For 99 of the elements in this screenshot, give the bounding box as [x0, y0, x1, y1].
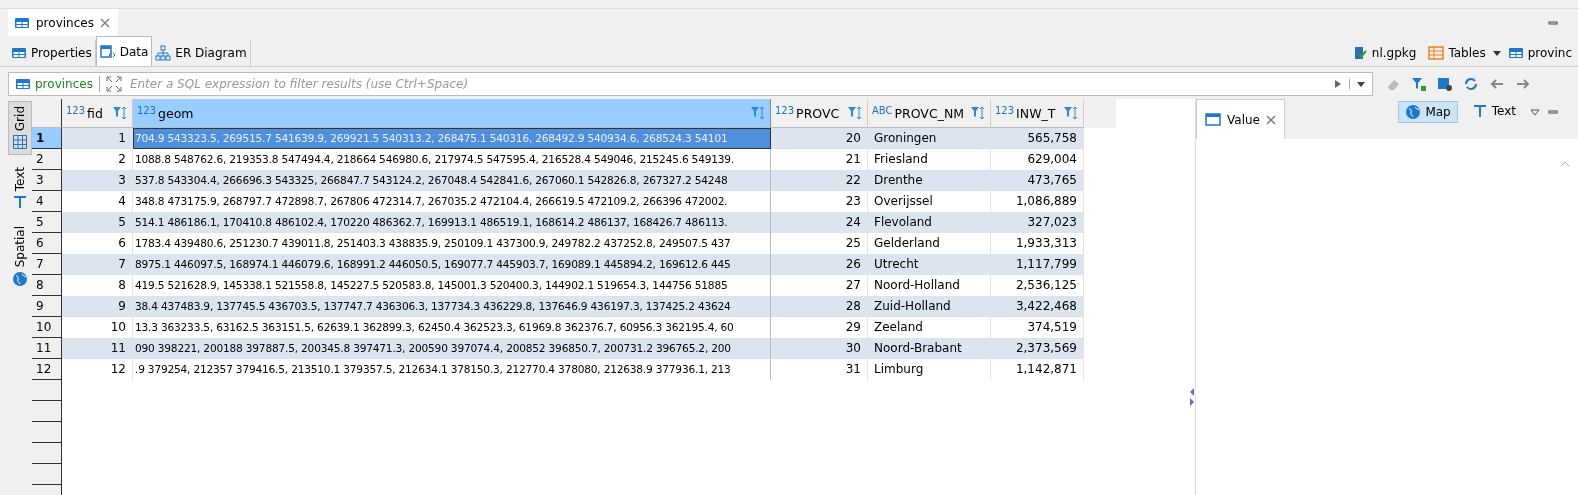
expand-icon[interactable]	[105, 76, 122, 92]
row-number[interactable]: 9	[32, 296, 62, 317]
row-number[interactable]: 3	[32, 170, 62, 191]
code-cell: 24	[771, 212, 868, 233]
type-label: 123	[995, 105, 1015, 116]
name-cell: Noord-Brabant	[868, 338, 991, 359]
refresh-icon[interactable]	[1463, 76, 1479, 92]
dropdown-icon[interactable]	[1349, 79, 1366, 89]
filter-sort-icon[interactable]	[1063, 105, 1079, 121]
breadcrumb-item[interactable]: provinc	[1501, 40, 1578, 66]
row-number[interactable]: 7	[32, 254, 62, 275]
filter-sort-icon[interactable]	[112, 105, 128, 121]
filter-input[interactable]: Enter a SQL expression to filter results (use Ctrl+Space)	[127, 76, 692, 92]
table-label: provinces	[15, 76, 100, 92]
side-tab[interactable]: Grid	[8, 101, 32, 156]
collapse-arrows-icon[interactable]	[1189, 387, 1195, 407]
text-icon	[12, 194, 28, 211]
name-cell: Limburg	[868, 359, 991, 380]
close-icon[interactable]	[99, 17, 110, 28]
population-cell: 1,142,871	[991, 359, 1084, 380]
mode-button[interactable]: Text	[1465, 101, 1522, 121]
population-cell: 3,422,468	[991, 296, 1084, 317]
dropdown-icon[interactable]	[1530, 107, 1540, 117]
fid-cell: 7	[62, 254, 133, 275]
row-number[interactable]: 6	[32, 233, 62, 254]
fid-cell: 12	[62, 359, 133, 380]
type-label: 123	[66, 105, 86, 116]
name-cell: Drenthe	[868, 170, 991, 191]
globe-icon	[12, 270, 28, 287]
text-icon	[1471, 103, 1488, 119]
globe-icon	[1405, 104, 1422, 120]
code-cell: 31	[771, 359, 868, 380]
filter-field[interactable]: provinces Enter a SQL expression to filter results (use Ctrl+Space)	[8, 72, 1373, 96]
scroll-up-icon[interactable]	[1560, 159, 1570, 169]
population-cell: 473,765	[991, 170, 1084, 191]
type-label: 123	[137, 105, 157, 116]
panel-tab-title: Value	[1227, 112, 1260, 127]
geometry-cell: 090 398221, 200188 397887.5, 200345.8 397471.3, 200590 397074.4, 200852 396850.7, 200731.2 396765.2, 200	[133, 338, 771, 359]
breadcrumb-item[interactable]: nl.gpkg	[1345, 40, 1423, 66]
row-number[interactable]: 11	[32, 338, 62, 359]
row-number[interactable]: 1	[32, 128, 62, 149]
population-cell: 565,758	[991, 128, 1084, 149]
filter-sort-icon[interactable]	[847, 105, 863, 121]
panel-tab[interactable]: Value	[1196, 99, 1285, 139]
side-tab[interactable]: Text	[8, 163, 32, 215]
row-number[interactable]: 4	[32, 191, 62, 212]
data-grid-icon	[99, 43, 116, 60]
code-cell: 20	[771, 128, 868, 149]
fid-cell: 3	[62, 170, 133, 191]
geometry-cell: 537.8 543304.4, 266696.3 543325, 266847.7 543124.2, 267048.4 542841.6, 267060.1 542826.8, 267327.2 54248	[133, 170, 771, 191]
editor-tab[interactable]: provinces	[8, 9, 118, 36]
geometry-cell: 38.4 437483.9, 137745.5 436703.5, 137747.7 436306.3, 137734.3 436229.8, 137646.9 436197.3, 137425.2 43624	[133, 296, 771, 317]
row-number[interactable]: 10	[32, 317, 62, 338]
breadcrumb-item[interactable]: Tables	[1422, 40, 1492, 66]
type-label: 123	[775, 105, 795, 116]
population-cell: 2,373,569	[991, 338, 1084, 359]
code-cell: 22	[771, 170, 868, 191]
population-cell: 327,023	[991, 212, 1084, 233]
geometry-cell: 514.1 486186.1, 170410.8 486102.4, 170220 486362.7, 169913.1 486519.1, 168614.2 486137, 168426.7 486113.	[133, 212, 771, 233]
view-tab[interactable]: ER Diagram	[152, 40, 251, 66]
table-icon	[1507, 45, 1524, 61]
geometry-cell: .9 379254, 212357 379416.5, 213510.1 379357.5, 212634.1 378150.3, 212770.4 378080, 212638.9 377936.1, 213	[133, 359, 771, 380]
type-label: ABC	[872, 105, 893, 116]
grid-icon	[12, 134, 28, 151]
code-cell: 28	[771, 296, 868, 317]
fid-cell: 9	[62, 296, 133, 317]
population-cell: 1,117,799	[991, 254, 1084, 275]
editor-tab-title: provinces	[36, 15, 94, 30]
geometry-cell: 8975.1 446097.5, 168974.1 446079.6, 168991.2 446050.5, 169077.7 445903.7, 169089.1 445894.2, 169612.6 445	[133, 254, 771, 275]
name-cell: Groningen	[868, 128, 991, 149]
hierarchy-icon	[155, 45, 172, 61]
minimize-icon[interactable]	[1548, 107, 1558, 117]
dropdown-icon[interactable]	[1491, 48, 1502, 58]
fid-cell: 1	[62, 128, 133, 149]
table-settings-icon[interactable]	[1437, 76, 1453, 92]
geometry-cell: 704.9 543323.5, 269515.7 541639.9, 269921.5 540313.2, 268475.1 540316, 268492.9 540934.6, 268524.3 54101	[133, 128, 771, 149]
name-cell: Utrecht	[868, 254, 991, 275]
table-icon	[15, 76, 31, 92]
view-tab[interactable]: Properties	[8, 40, 96, 66]
name-cell: Flevoland	[868, 212, 991, 233]
fid-cell: 5	[62, 212, 133, 233]
code-cell: 30	[771, 338, 868, 359]
play-icon[interactable]	[1333, 79, 1343, 89]
filter-icon[interactable]	[1411, 76, 1427, 92]
code-cell: 26	[771, 254, 868, 275]
filter-sort-icon[interactable]	[970, 105, 986, 121]
view-tab[interactable]: Data	[95, 36, 153, 66]
mode-button[interactable]: Map	[1398, 101, 1458, 123]
row-number[interactable]: 8	[32, 275, 62, 296]
close-icon[interactable]	[1265, 114, 1276, 125]
fid-cell: 11	[62, 338, 133, 359]
table-icon	[1428, 45, 1445, 61]
row-number[interactable]: 2	[32, 149, 62, 170]
name-cell: Zuid-Holland	[868, 296, 991, 317]
table-icon	[11, 45, 27, 61]
value-panel-icon	[1205, 111, 1221, 128]
side-tab[interactable]: Spatial	[8, 222, 32, 291]
row-number[interactable]: 5	[32, 212, 62, 233]
row-number[interactable]: 12	[32, 359, 62, 380]
